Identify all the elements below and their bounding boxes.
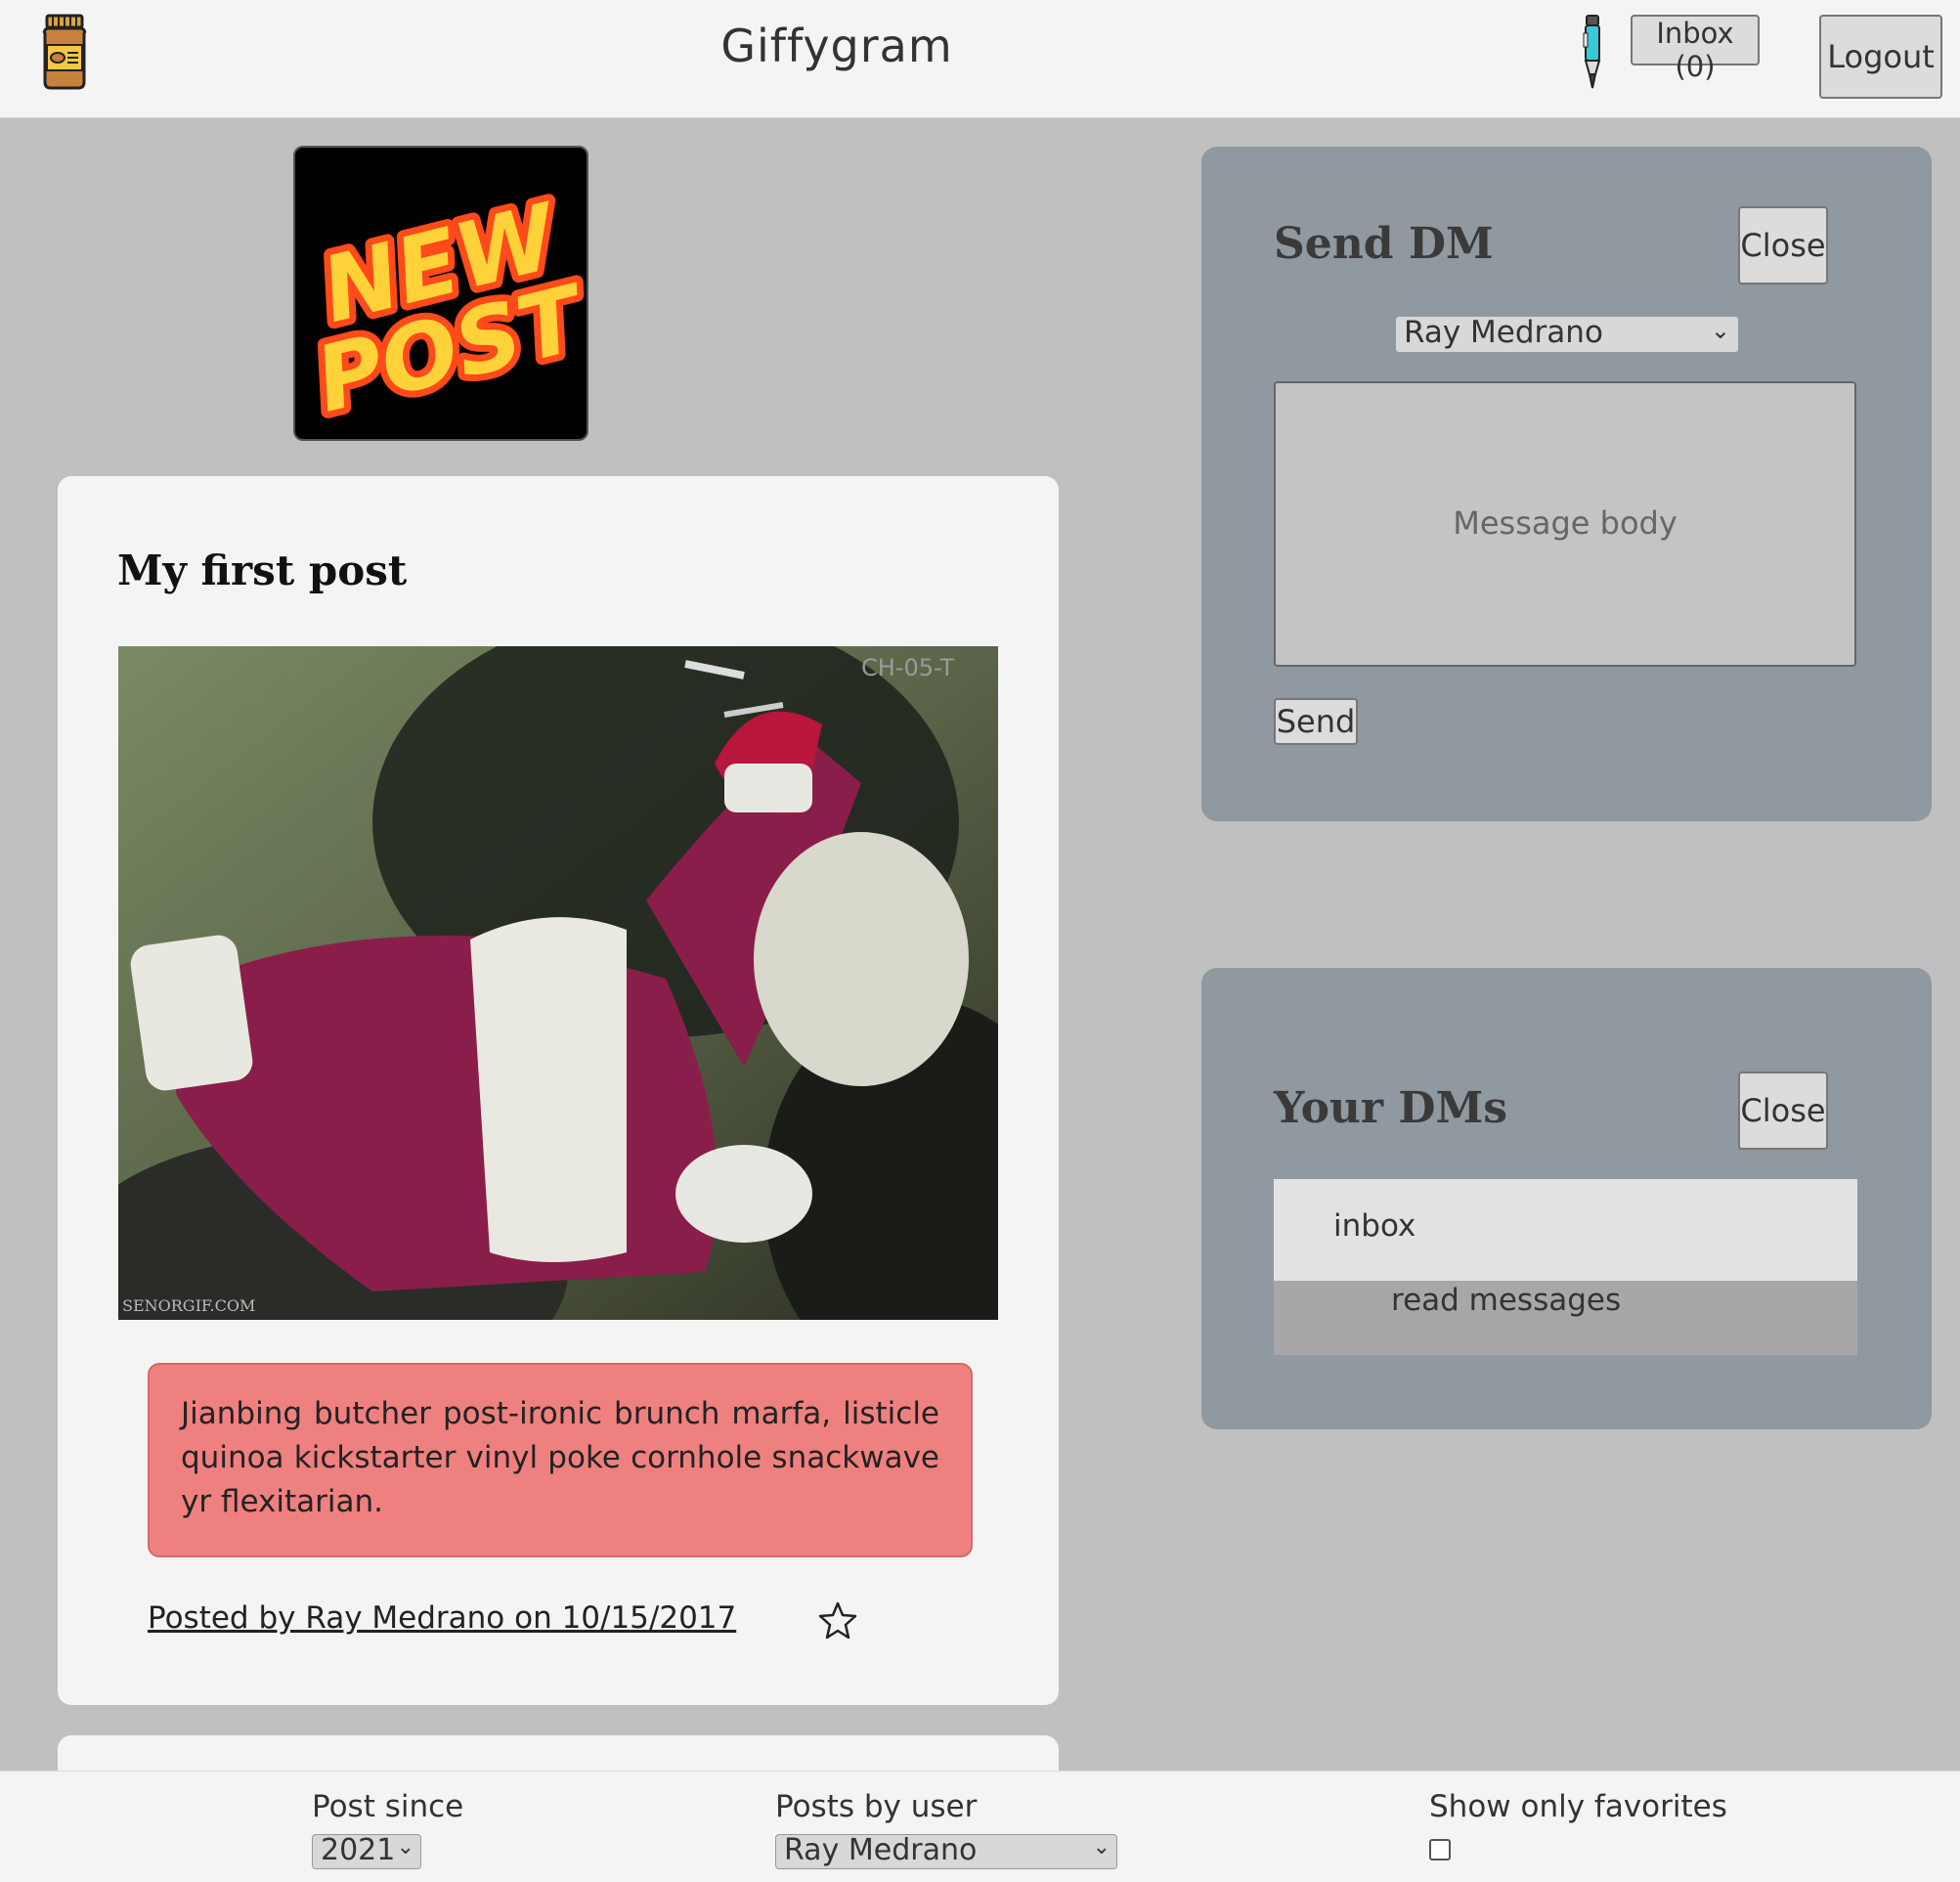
favorite-star-icon[interactable] [818, 1600, 857, 1640]
new-post-sticker-icon: NEW POST [299, 177, 587, 439]
post-since-label: Post since [312, 1789, 464, 1824]
tab-inbox[interactable]: inbox [1274, 1179, 1857, 1281]
top-navbar: Giffygram Inbox (0) Logout [0, 0, 1960, 118]
your-dms-close-button[interactable]: Close [1738, 1072, 1828, 1150]
send-dm-panel: Send DM Close Ray Medrano ⌄ Message body… [1201, 147, 1932, 821]
show-favorites-label: Show only favorites [1429, 1789, 1727, 1824]
logout-button[interactable]: Logout [1819, 15, 1942, 99]
fountain-pen-icon[interactable] [1578, 14, 1607, 90]
send-dm-title: Send DM [1274, 219, 1494, 269]
post-gif-image[interactable]: CH-05-T SENORGIF.COM [118, 646, 998, 1320]
chevron-down-icon: ⌄ [396, 1835, 414, 1860]
your-dms-panel: Your DMs Close inbox read messages [1201, 968, 1932, 1429]
posts-by-user-label: Posts by user [775, 1789, 978, 1824]
post-body: Jianbing butcher post-ironic brunch marf… [148, 1363, 973, 1557]
filter-footer: Post since 2021 ⌄ Posts by user Ray Medr… [0, 1771, 1960, 1882]
tab-read-messages[interactable]: read messages [1274, 1281, 1857, 1355]
post-since-value: 2021 [321, 1833, 396, 1867]
recipient-select-value: Ray Medrano [1404, 315, 1603, 350]
post-card: My first post CH-05-T SENORGIF.COM Jianb… [58, 476, 1059, 1705]
show-favorites-checkbox[interactable] [1429, 1839, 1451, 1860]
tab-read-messages-label: read messages [1391, 1283, 1622, 1318]
your-dms-title: Your DMs [1274, 1083, 1508, 1133]
send-dm-close-button[interactable]: Close [1738, 206, 1828, 284]
posts-by-user-value: Ray Medrano [784, 1833, 978, 1867]
post-byline-link[interactable]: Posted by Ray Medrano on 10/15/2017 [148, 1600, 736, 1636]
chevron-down-icon: ⌄ [1092, 1835, 1111, 1860]
inbox-button[interactable]: Inbox (0) [1631, 15, 1760, 83]
tab-inbox-label: inbox [1333, 1208, 1416, 1244]
image-watermark-bottom: SENORGIF.COM [122, 1296, 255, 1315]
recipient-select[interactable]: Ray Medrano ⌄ [1395, 315, 1739, 353]
message-body-textarea[interactable]: Message body [1274, 381, 1856, 667]
post-title: My first post [117, 547, 408, 594]
post-since-select[interactable]: 2021 ⌄ [312, 1833, 421, 1869]
message-body-placeholder: Message body [1453, 504, 1677, 542]
app-title: Giffygram [720, 20, 953, 72]
new-post-button[interactable]: NEW POST [293, 146, 588, 441]
send-button[interactable]: Send [1274, 698, 1358, 745]
posts-by-user-select[interactable]: Ray Medrano ⌄ [775, 1833, 1117, 1869]
image-watermark-top: CH-05-T [861, 654, 954, 681]
chevron-down-icon: ⌄ [1710, 317, 1730, 344]
